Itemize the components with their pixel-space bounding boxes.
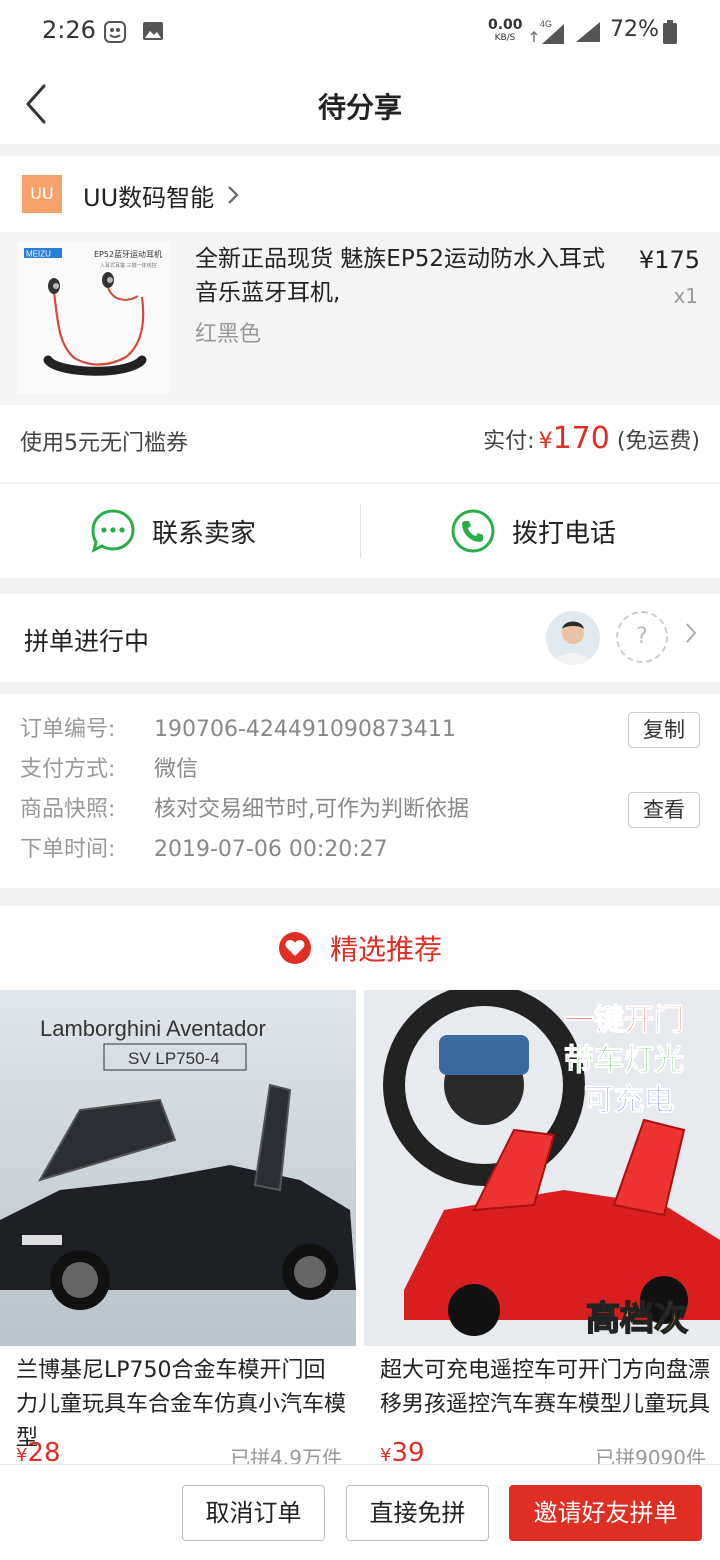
divider (360, 504, 361, 558)
shop-logo: UU (22, 175, 62, 213)
product-image: Lamborghini Aventador SV LP750-4 (0, 990, 356, 1346)
mobile-data-icon: 4G (530, 19, 564, 44)
snapshot-row: 商品快照: 核对交易细节时,可作为判断依据 查看 (20, 790, 700, 830)
svg-text:MEIZU: MEIZU (26, 250, 51, 259)
app-notification-icon (104, 21, 126, 43)
image-notification-icon (143, 22, 163, 40)
contact-seller-button[interactable]: 联系卖家 (90, 506, 256, 556)
avatar (546, 611, 600, 665)
product-row[interactable]: MEIZU EP52蓝牙运动耳机 入耳式耳塞 三键一体线控 全新正品现货 魅族E… (0, 232, 720, 405)
status-time: 2:26 (42, 16, 96, 44)
recommend-title: 精选推荐 (329, 933, 442, 966)
payment-method-row: 支付方式: 微信 (20, 750, 700, 790)
battery-icon (663, 20, 677, 44)
earphone-image: MEIZU EP52蓝牙运动耳机 入耳式耳塞 三键一体线控 (18, 242, 170, 394)
signal-icon (576, 22, 600, 42)
product-thumbnail[interactable]: MEIZU EP52蓝牙运动耳机 入耳式耳塞 三键一体线控 (18, 242, 170, 394)
heart-icon (278, 932, 311, 964)
order-time-row: 下单时间: 2019-07-06 00:20:27 (20, 830, 700, 870)
svg-text:高档次: 高档次 (586, 1299, 688, 1339)
contact-seller-label: 联系卖家 (152, 518, 257, 549)
cancel-order-button[interactable]: 取消订单 (182, 1485, 325, 1541)
pending-member-slot: ? (616, 611, 668, 663)
order-number: 190706-424491090873411 (154, 717, 456, 742)
invite-friends-button[interactable]: 邀请好友拼单 (509, 1485, 702, 1541)
paid-amount: 实付: ¥170 (免运费) (483, 421, 700, 456)
header-bar: 待分享 (0, 66, 720, 144)
call-phone-label: 拨打电话 (512, 518, 617, 549)
svg-text:EP52蓝牙运动耳机: EP52蓝牙运动耳机 (94, 249, 162, 259)
direct-purchase-button[interactable]: 直接免拼 (346, 1485, 489, 1541)
order-number-row: 订单编号: 190706-424491090873411 复制 (20, 710, 700, 750)
network-speed: 0.00 KB/S (488, 17, 523, 43)
status-bar: 2:26 0.00 KB/S 4G 72% (0, 0, 720, 66)
svg-text:带车灯光: 带车灯光 (564, 1043, 684, 1078)
call-phone-button[interactable]: 拨打电话 (450, 506, 616, 556)
chat-bubble-icon (91, 509, 135, 553)
chevron-right-icon[interactable] (226, 184, 240, 206)
recommend-card[interactable]: 一键开门 带车灯光 可充电 高档次 超大可充电遥控车可开门方向盘漂移男孩遥控汽车… (364, 990, 720, 1470)
shop-name[interactable]: UU数码智能 (83, 178, 214, 213)
contact-bar: 联系卖家 拨打电话 (0, 484, 720, 578)
bottom-action-bar: 取消订单 直接免拼 邀请好友拼单 (0, 1464, 720, 1560)
group-buy-row[interactable]: 拼单进行中 ? (0, 594, 720, 682)
page-title: 待分享 (317, 91, 402, 124)
order-info: 订单编号: 190706-424491090873411 复制 支付方式: 微信… (0, 694, 720, 888)
product-image: 一键开门 带车灯光 可充电 高档次 (364, 990, 720, 1346)
product-title: 全新正品现货 魅族EP52运动防水入耳式音乐蓝牙耳机, (195, 246, 605, 306)
product-quantity: x1 (673, 284, 698, 308)
view-snapshot-button[interactable]: 查看 (628, 792, 700, 828)
recommendations: 精选推荐 Lamborghini Aventador SV LP750-4 兰博… (0, 906, 720, 1560)
recommend-item-name: 兰博基尼LP750合金车模开门回力儿童玩具车合金车仿真小汽车模型 (16, 1358, 346, 1450)
order-time: 2019-07-06 00:20:27 (154, 837, 388, 862)
copy-button[interactable]: 复制 (628, 712, 700, 748)
recommend-card[interactable]: Lamborghini Aventador SV LP750-4 兰博基尼LP7… (0, 990, 356, 1470)
svg-text:一键开门: 一键开门 (564, 1003, 684, 1038)
battery-percent: 72% (610, 17, 659, 42)
svg-text:Lamborghini Aventador: Lamborghini Aventador (40, 1016, 266, 1041)
svg-text:入耳式耳塞 三键一体线控: 入耳式耳塞 三键一体线控 (100, 262, 157, 269)
coupon-row: 使用5元无门槛券 实付: ¥170 (免运费) (0, 405, 720, 482)
recommend-header: 精选推荐 (0, 906, 720, 990)
recommend-item-name: 超大可充电遥控车可开门方向盘漂移男孩遥控汽车赛车模型儿童玩具 (380, 1358, 710, 1417)
order-product-card: UU UU数码智能 MEIZU EP52蓝牙运动耳机 入耳式耳塞 三键一体线控 … (0, 156, 720, 482)
snapshot-hint: 核对交易细节时,可作为判断依据 (154, 797, 469, 822)
svg-text:SV LP750-4: SV LP750-4 (128, 1049, 220, 1068)
svg-text:可充电: 可充电 (584, 1083, 674, 1118)
product-spec: 红黑色 (195, 322, 262, 347)
chevron-right-icon[interactable] (684, 621, 698, 645)
svg-text:4G: 4G (540, 19, 552, 29)
payment-method: 微信 (154, 757, 199, 782)
product-price: ¥175 (638, 246, 700, 274)
group-status-label: 拼单进行中 (24, 627, 150, 656)
coupon-text: 使用5元无门槛券 (20, 431, 188, 456)
phone-icon (451, 509, 495, 553)
